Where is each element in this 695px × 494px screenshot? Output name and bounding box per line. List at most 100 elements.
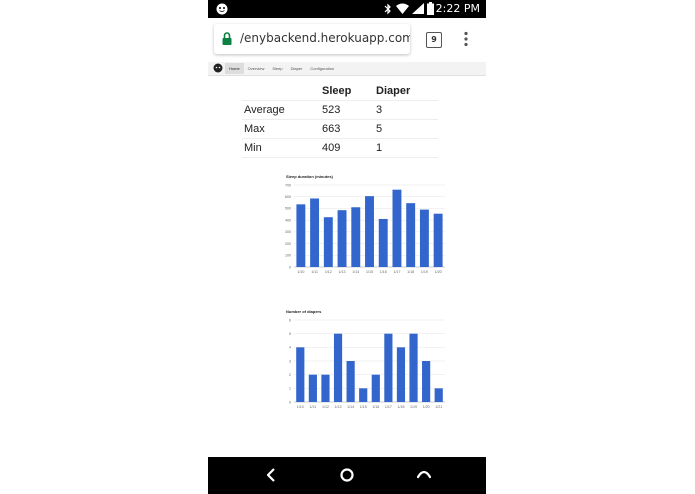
signal-icon [412, 3, 424, 14]
stats-cell: 523 [322, 100, 376, 120]
bar [351, 207, 361, 267]
y-tick-label: 700 [285, 183, 291, 187]
address-bar[interactable]: /enybackend.herokuapp.com/c [214, 24, 410, 54]
x-tick-label: 1/16 [372, 405, 379, 409]
home-button[interactable] [340, 468, 354, 482]
y-tick-label: 0 [289, 400, 291, 404]
site-nav-home[interactable]: Home [225, 63, 244, 74]
stats-header-cell: Sleep [322, 82, 376, 101]
x-tick-label: 1/21 [435, 405, 442, 409]
bar [433, 213, 443, 267]
bar [346, 361, 355, 402]
y-tick-label: 1 [289, 387, 291, 391]
y-tick-label: 2 [289, 373, 291, 377]
diaper-count-chart: Number of diapers 0 1 2 3 4 5 6 1/10 1/11 1/12 1/13… [286, 309, 445, 409]
bar [333, 333, 343, 402]
stats-row-label: Min [242, 138, 322, 158]
x-tick-label: 1/15 [360, 405, 367, 409]
y-tick-label: 4 [289, 346, 291, 350]
x-tick-label: 1/17 [385, 405, 392, 409]
phone-screen: 2:22 PM /enybackend.herokuapp.com/c 9 Ho… [208, 0, 486, 494]
x-tick-label: 1/14 [352, 270, 359, 274]
site-nav-configuration[interactable]: Configuration [306, 63, 338, 74]
table-row: Max 663 5 [242, 119, 438, 139]
stats-header-cell [242, 82, 322, 101]
bar [392, 189, 402, 267]
bar [321, 374, 330, 402]
table-row: Min 409 1 [242, 138, 438, 158]
site-nav-overview[interactable]: Overview [244, 63, 269, 74]
site-nav-sleep[interactable]: Sleep [268, 63, 286, 74]
bar [359, 388, 368, 402]
site-nav-diaper[interactable]: Diaper [287, 63, 307, 74]
y-tick-label: 100 [285, 254, 291, 258]
y-tick-label: 5 [289, 332, 291, 336]
bar [365, 196, 374, 267]
bar [419, 209, 429, 267]
bar [406, 203, 416, 267]
y-tick-label: 600 [285, 195, 291, 199]
bar [296, 204, 306, 267]
stats-header-row: Sleep Diaper [242, 82, 438, 101]
bar [409, 333, 418, 402]
x-tick-label: 1/13 [335, 405, 342, 409]
site-navbar: Home Overview Sleep Diaper Configuration [208, 62, 486, 76]
stats-cell: 409 [322, 138, 376, 158]
y-tick-label: 300 [285, 230, 291, 234]
x-tick-label: 1/18 [397, 405, 404, 409]
back-button[interactable] [266, 468, 276, 482]
x-tick-label: 1/11 [310, 405, 317, 409]
bar [396, 347, 406, 402]
x-tick-label: 1/13 [339, 270, 346, 274]
bar [337, 210, 347, 267]
x-tick-label: 1/15 [366, 270, 373, 274]
browser-toolbar: /enybackend.herokuapp.com/c 9 [208, 18, 486, 63]
site-nav-links: Home Overview Sleep Diaper Configuration [225, 62, 338, 75]
bar [422, 361, 431, 402]
bar [296, 347, 305, 402]
url-text: /enybackend.herokuapp.com/c [240, 31, 410, 45]
lock-icon [222, 32, 232, 45]
status-bar: 2:22 PM [208, 0, 486, 18]
sleep-duration-chart: Sleep duration (minutes) 0 100 200 300 400 500… [285, 174, 445, 274]
stats-row-label: Average [242, 100, 322, 120]
x-tick-label: 1/20 [435, 270, 442, 274]
stats-cell: 1 [376, 138, 438, 158]
bar [371, 374, 380, 402]
recents-button[interactable] [417, 469, 431, 479]
x-tick-label: 1/20 [423, 405, 430, 409]
android-face-icon [216, 3, 228, 15]
x-tick-label: 1/14 [347, 405, 354, 409]
x-tick-label: 1/11 [311, 270, 318, 274]
x-tick-label: 1/17 [393, 270, 400, 274]
y-tick-label: 0 [289, 265, 291, 269]
menu-icon[interactable] [464, 31, 468, 47]
stats-cell: 3 [376, 100, 438, 120]
y-tick-label: 500 [285, 207, 291, 211]
table-row: Average 523 3 [242, 100, 438, 120]
x-tick-label: 1/12 [325, 270, 332, 274]
stats-cell: 663 [322, 119, 376, 139]
y-tick-label: 3 [289, 359, 291, 363]
tab-switcher-button[interactable]: 9 [426, 32, 442, 48]
status-time: 2:22 PM [435, 2, 480, 15]
stats-table: Sleep Diaper Average 523 3 Max 663 5 Min… [242, 82, 438, 158]
stats-cell: 5 [376, 119, 438, 139]
x-tick-label: 1/18 [407, 270, 414, 274]
y-tick-label: 200 [285, 242, 291, 246]
y-tick-label: 400 [285, 218, 291, 222]
wifi-icon [396, 3, 409, 14]
stats-header-cell: Diaper [376, 82, 438, 101]
bar [308, 374, 317, 402]
chart-title: Number of diapers [286, 309, 322, 314]
x-tick-label: 1/12 [322, 405, 329, 409]
y-tick-label: 6 [289, 318, 291, 322]
android-nav-bar [208, 457, 486, 494]
x-tick-label: 1/16 [380, 270, 387, 274]
x-tick-label: 1/19 [421, 270, 428, 274]
site-logo-icon[interactable] [213, 63, 223, 73]
x-tick-label: 1/19 [410, 405, 417, 409]
battery-icon [427, 2, 434, 15]
x-tick-label: 1/10 [297, 405, 304, 409]
bar [310, 198, 320, 267]
